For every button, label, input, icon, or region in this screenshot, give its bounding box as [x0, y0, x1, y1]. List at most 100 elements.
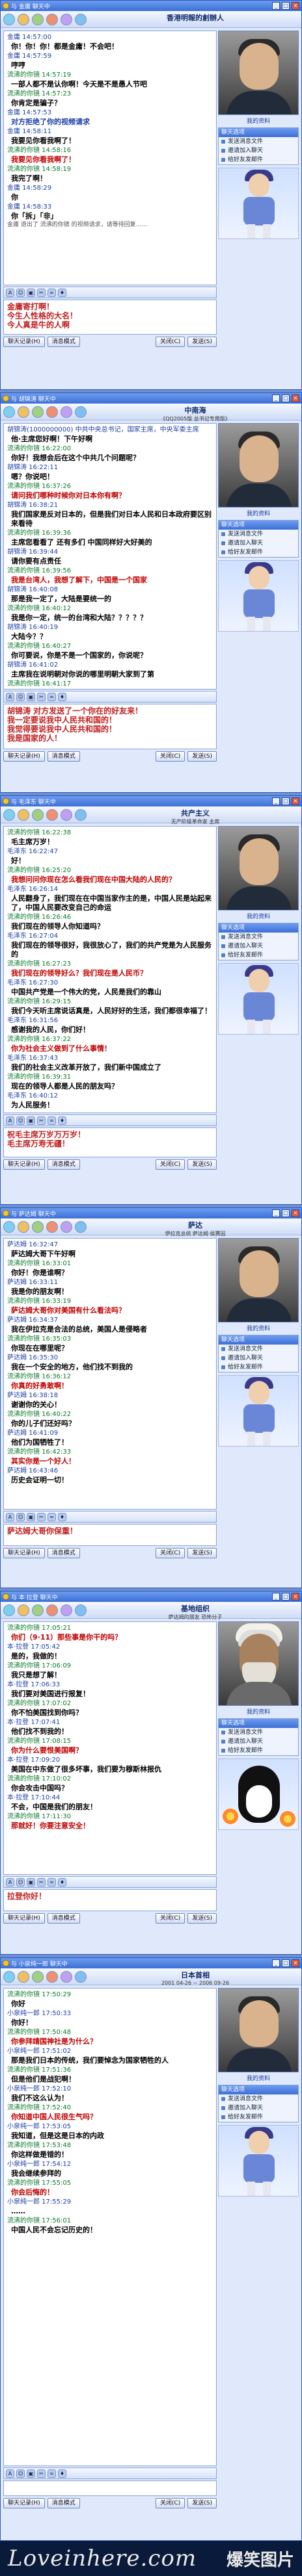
voice-icon[interactable]	[18, 808, 29, 821]
message-input[interactable]: 胡锦涛 对方发送了一个你在的好友来！ 我一定要说我中人民共和国的！ 我觉得要说我中人…	[3, 704, 217, 749]
message-mode-button[interactable]: 消息模式	[47, 1913, 80, 1924]
chat-history-button[interactable]: 聊天记录(H)	[3, 1548, 45, 1558]
music-icon[interactable]	[75, 1220, 87, 1233]
close-window-button[interactable]: ×	[292, 1593, 299, 1601]
send-button[interactable]: 发送(S)	[187, 337, 217, 347]
image-icon[interactable]: ▣	[27, 2469, 35, 2478]
message-input[interactable]: 拉登你好！	[3, 1889, 217, 1911]
panel-item[interactable]: 邀请加入聊天	[219, 1354, 298, 1363]
music-icon[interactable]	[75, 1970, 87, 1983]
voice-icon[interactable]	[18, 1220, 29, 1233]
maximize-button[interactable]: □	[282, 1959, 290, 1967]
panel-item[interactable]: 发送消息文件	[219, 530, 298, 539]
panel-item[interactable]: 邀请加入聊天	[219, 942, 298, 951]
profile-link[interactable]: 我的资料	[218, 2074, 299, 2082]
profile-link[interactable]: 我的资料	[218, 116, 299, 125]
image-icon[interactable]: ▣	[27, 1877, 35, 1887]
send-button[interactable]: 发送(S)	[187, 1159, 217, 1170]
message-history[interactable]: 胡锦涛(1000000000) 中共中央总书记，国家主席，中央军委主席 他·主席您…	[3, 423, 217, 689]
panel-item[interactable]: 给好友发邮件	[219, 155, 298, 164]
send-button[interactable]: 发送(S)	[187, 1913, 217, 1924]
close-button[interactable]: 关闭(C)	[155, 1159, 185, 1170]
profile-link[interactable]: 我的资料	[218, 1707, 299, 1716]
scissors-icon[interactable]: ✂	[37, 288, 46, 297]
chat-history-button[interactable]: 聊天记录(H)	[3, 1159, 45, 1170]
chat-history-button[interactable]: 聊天记录(H)	[3, 2498, 45, 2508]
shake-icon[interactable]: ≈	[48, 1877, 56, 1887]
video-icon[interactable]	[3, 406, 15, 418]
panel-item[interactable]: 发送消息文件	[219, 1728, 298, 1737]
shake-icon[interactable]: ≈	[48, 1116, 56, 1125]
message-history[interactable]: 萨达姆 16:32:47 萨达姆大哥下午好啊 流沸的你镜 16:33:01 你好！你是…	[3, 1238, 217, 1510]
music-icon[interactable]	[75, 808, 87, 821]
panel-item[interactable]: 发送消息文件	[219, 2094, 298, 2104]
panel-item[interactable]: 给好友发邮件	[219, 1363, 298, 1372]
message-mode-button[interactable]: 消息模式	[47, 1548, 80, 1558]
shake-icon[interactable]: ≈	[48, 288, 56, 297]
emoji-icon[interactable]: ☺	[16, 692, 25, 701]
message-input[interactable]: 祝毛主席万岁万万岁！ 毛主席万寿无疆！	[3, 1127, 217, 1157]
file-icon[interactable]	[32, 13, 44, 25]
font-icon[interactable]: A	[6, 288, 14, 297]
maximize-button[interactable]: □	[282, 1209, 290, 1217]
panel-item[interactable]: 给好友发邮件	[219, 548, 298, 557]
close-window-button[interactable]: ×	[292, 797, 299, 805]
message-history[interactable]: 流沸的你镜 16:22:38 毛主席万岁！ 毛泽东 16:22:47 好！ 流沸的你镜 …	[3, 826, 217, 1113]
maximize-button[interactable]: □	[282, 394, 290, 402]
panel-item[interactable]: 发送消息文件	[219, 137, 298, 146]
message-input[interactable]: 金庸寄打啊！ 今生人性格的大名！ 今人真是牛的人啊	[3, 300, 217, 335]
music-icon[interactable]	[75, 1604, 87, 1616]
message-mode-button[interactable]: 消息模式	[47, 337, 80, 347]
panel-item[interactable]: 发送消息文件	[219, 933, 298, 942]
panel-item[interactable]: 给好友发邮件	[219, 2113, 298, 2122]
panel-item[interactable]: 给好友发邮件	[219, 951, 298, 960]
game-icon[interactable]	[61, 406, 72, 418]
voice-icon[interactable]	[18, 13, 29, 25]
file-icon[interactable]	[32, 1604, 44, 1616]
voice-icon[interactable]	[18, 1604, 29, 1616]
close-window-button[interactable]: ×	[292, 1209, 299, 1217]
video-icon[interactable]	[3, 1604, 15, 1616]
font-icon[interactable]: A	[6, 1877, 14, 1887]
music-icon[interactable]	[75, 406, 87, 418]
app-icon[interactable]	[46, 13, 58, 25]
app-icon[interactable]	[46, 808, 58, 821]
panel-item[interactable]: 邀请加入聊天	[219, 539, 298, 548]
file-icon[interactable]	[32, 1220, 44, 1233]
close-button[interactable]: 关闭(C)	[155, 2498, 185, 2508]
file-icon[interactable]	[32, 808, 44, 821]
gift-icon[interactable]: ♦	[58, 2469, 66, 2478]
close-button[interactable]: 关闭(C)	[155, 1548, 185, 1558]
image-icon[interactable]: ▣	[27, 1512, 35, 1521]
scissors-icon[interactable]: ✂	[37, 2469, 46, 2478]
chat-history-button[interactable]: 聊天记录(H)	[3, 751, 45, 762]
minimize-button[interactable]: _	[272, 797, 280, 805]
voice-icon[interactable]	[18, 1970, 29, 1983]
message-history[interactable]: 流沸的你镜 17:05:21 你们（9·11）那些事是你干的吗？ 本·拉登 17:0…	[3, 1621, 217, 1875]
close-window-button[interactable]: ×	[292, 394, 299, 402]
font-icon[interactable]: A	[6, 1512, 14, 1521]
shake-icon[interactable]: ≈	[48, 2469, 56, 2478]
gift-icon[interactable]: ♦	[58, 1116, 66, 1125]
close-window-button[interactable]: ×	[292, 1959, 299, 1967]
emoji-icon[interactable]: ☺	[16, 1116, 25, 1125]
voice-icon[interactable]	[18, 406, 29, 418]
file-icon[interactable]	[32, 406, 44, 418]
font-icon[interactable]: A	[6, 1116, 14, 1125]
file-icon[interactable]	[32, 1970, 44, 1983]
maximize-button[interactable]: □	[282, 797, 290, 805]
close-window-button[interactable]: ×	[292, 2, 299, 10]
game-icon[interactable]	[61, 1220, 72, 1233]
font-icon[interactable]: A	[6, 692, 14, 701]
emoji-icon[interactable]: ☺	[16, 1877, 25, 1887]
gift-icon[interactable]: ♦	[58, 1512, 66, 1521]
image-icon[interactable]: ▣	[27, 692, 35, 701]
game-icon[interactable]	[61, 808, 72, 821]
close-button[interactable]: 关闭(C)	[155, 751, 185, 762]
message-input[interactable]	[3, 2480, 217, 2496]
emoji-icon[interactable]: ☺	[16, 288, 25, 297]
emoji-icon[interactable]: ☺	[16, 1512, 25, 1521]
send-button[interactable]: 发送(S)	[187, 2498, 217, 2508]
message-history[interactable]: 金庸 14:57:00 你！你！你！都是金庸！不会吧！ 金庸 14:57:59 哼哼流…	[3, 31, 217, 285]
minimize-button[interactable]: _	[272, 1209, 280, 1217]
